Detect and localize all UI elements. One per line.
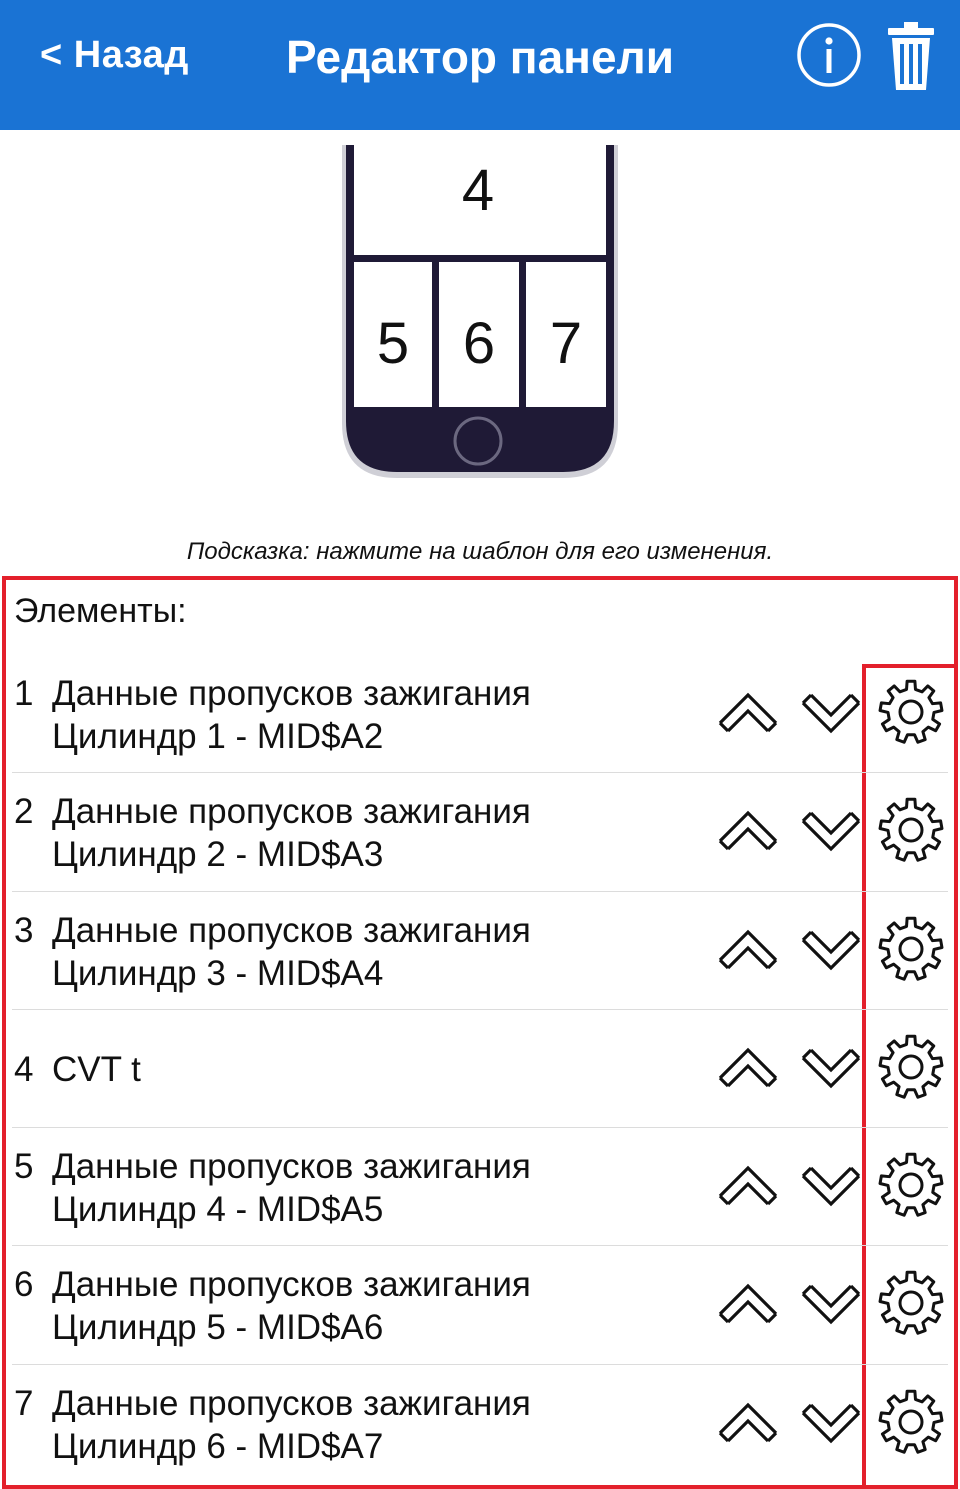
gear-icon (878, 916, 944, 981)
item-settings-button[interactable] (876, 677, 946, 747)
item-settings-button[interactable] (876, 914, 946, 984)
move-up-button[interactable] (716, 685, 780, 741)
back-button[interactable]: < Назад (40, 34, 189, 77)
gear-icon (878, 1271, 944, 1336)
move-up-button[interactable] (716, 803, 780, 859)
item-label: Данные пропусков зажигания Цилиндр 2 - MI… (52, 790, 531, 876)
item-number: 7 (14, 1383, 34, 1423)
item-label-line2: Цилиндр 3 - MID$A4 (52, 953, 384, 993)
item-settings-button[interactable] (876, 1032, 946, 1102)
move-up-icon (718, 811, 778, 851)
elements-list: 1 Данные пропусков зажигания Цилиндр 1 - M… (12, 655, 948, 1483)
item-label-line2: Цилиндр 2 - MID$A3 (52, 835, 384, 875)
slot-label-bottom-3: 7 (550, 311, 582, 376)
item-label-line1: Данные пропусков зажигания (52, 910, 531, 950)
move-down-icon (801, 1167, 861, 1207)
list-item[interactable]: 1 Данные пропусков зажигания Цилиндр 1 - M… (12, 655, 948, 774)
item-label-line2: Цилиндр 4 - MID$A5 (52, 1190, 384, 1230)
item-number: 6 (14, 1265, 34, 1305)
move-down-button[interactable] (799, 685, 863, 741)
move-up-icon (718, 692, 778, 733)
gear-icon (878, 679, 944, 744)
move-up-icon (718, 1402, 778, 1442)
list-item[interactable]: 6 Данные пропусков зажигания Цилиндр 5 - M… (12, 1246, 948, 1365)
move-down-icon (801, 812, 861, 852)
item-label-line1: Данные пропусков зажигания (52, 674, 531, 713)
item-label: Данные пропусков зажигания Цилиндр 1 - MI… (52, 672, 531, 758)
list-item[interactable]: 5 Данные пропусков зажигания Цилиндр 4 - M… (12, 1128, 948, 1247)
gear-icon (878, 1034, 944, 1099)
move-down-button[interactable] (799, 1158, 863, 1214)
item-number: 5 (14, 1147, 34, 1187)
trash-icon (888, 22, 934, 90)
list-item[interactable]: 7 Данные пропусков зажигания Цилиндр 6 - M… (12, 1365, 948, 1483)
item-settings-button[interactable] (876, 1387, 946, 1457)
move-down-button[interactable] (799, 1395, 863, 1451)
delete-button[interactable] (884, 20, 938, 92)
item-label-line1: Данные пропусков зажигания (52, 1265, 531, 1305)
slot-label-bottom-1: 5 (377, 311, 409, 376)
item-label: Данные пропусков зажигания Цилиндр 5 - MI… (52, 1263, 531, 1349)
item-settings-button[interactable] (876, 1268, 946, 1338)
list-item[interactable]: 4 CVT t (12, 1010, 948, 1129)
list-item[interactable]: 2 Данные пропусков зажигания Цилиндр 2 - M… (12, 773, 948, 892)
item-label: Данные пропусков зажигания Цилиндр 3 - MI… (52, 909, 531, 995)
move-down-icon (801, 693, 861, 734)
move-up-icon (718, 1165, 778, 1206)
list-item[interactable]: 3 Данные пропусков зажигания Цилиндр 3 - M… (12, 892, 948, 1010)
top-bar: < Назад Редактор панели (0, 0, 960, 130)
move-up-icon (718, 929, 778, 969)
move-down-icon (801, 930, 861, 970)
item-number: 1 (14, 674, 34, 713)
move-down-icon (801, 1403, 861, 1444)
panel-template-preview[interactable]: 4 5 6 7 (340, 145, 620, 480)
gear-icon (878, 1389, 944, 1454)
item-label: Данные пропусков зажигания Цилиндр 4 - MI… (52, 1145, 531, 1231)
item-settings-button[interactable] (876, 795, 946, 865)
move-down-button[interactable] (799, 803, 863, 859)
item-settings-button[interactable] (876, 1150, 946, 1220)
item-label-line2: Цилиндр 1 - MID$A2 (52, 717, 384, 756)
slot-label-bottom-2: 6 (463, 311, 495, 376)
move-up-button[interactable] (716, 1395, 780, 1451)
move-down-button[interactable] (799, 1276, 863, 1332)
hint-text: Подсказка: нажмите на шаблон для его изм… (186, 538, 774, 565)
item-number: 3 (14, 910, 34, 950)
item-number: 4 (14, 1049, 34, 1089)
item-label: Данные пропусков зажигания Цилиндр 6 - MI… (52, 1382, 531, 1468)
move-up-button[interactable] (716, 1158, 780, 1214)
info-icon (797, 23, 861, 87)
move-up-button[interactable] (716, 1276, 780, 1332)
item-label-line1: Данные пропусков зажигания (52, 1383, 531, 1423)
move-down-button[interactable] (799, 922, 863, 978)
gear-icon (878, 1152, 944, 1217)
move-up-button[interactable] (716, 922, 780, 978)
move-up-icon (718, 1047, 778, 1088)
item-label-line1: Данные пропусков зажигания (52, 1147, 531, 1187)
item-label-line1: CVT t (52, 1049, 141, 1089)
item-label-line2: Цилиндр 6 - MID$A7 (52, 1426, 384, 1466)
move-down-icon (801, 1285, 861, 1325)
item-label: CVT t (52, 1048, 141, 1091)
move-down-button[interactable] (799, 1040, 863, 1096)
info-button[interactable] (796, 22, 862, 88)
gear-icon (878, 798, 944, 863)
elements-heading: Элементы: (14, 592, 187, 630)
slot-label-top: 4 (462, 158, 494, 223)
move-down-icon (801, 1048, 861, 1089)
move-up-icon (718, 1284, 778, 1324)
item-label-line2: Цилиндр 5 - MID$A6 (52, 1308, 384, 1348)
item-number: 2 (14, 792, 34, 832)
item-label-line1: Данные пропусков зажигания (52, 792, 531, 832)
move-up-button[interactable] (716, 1040, 780, 1096)
